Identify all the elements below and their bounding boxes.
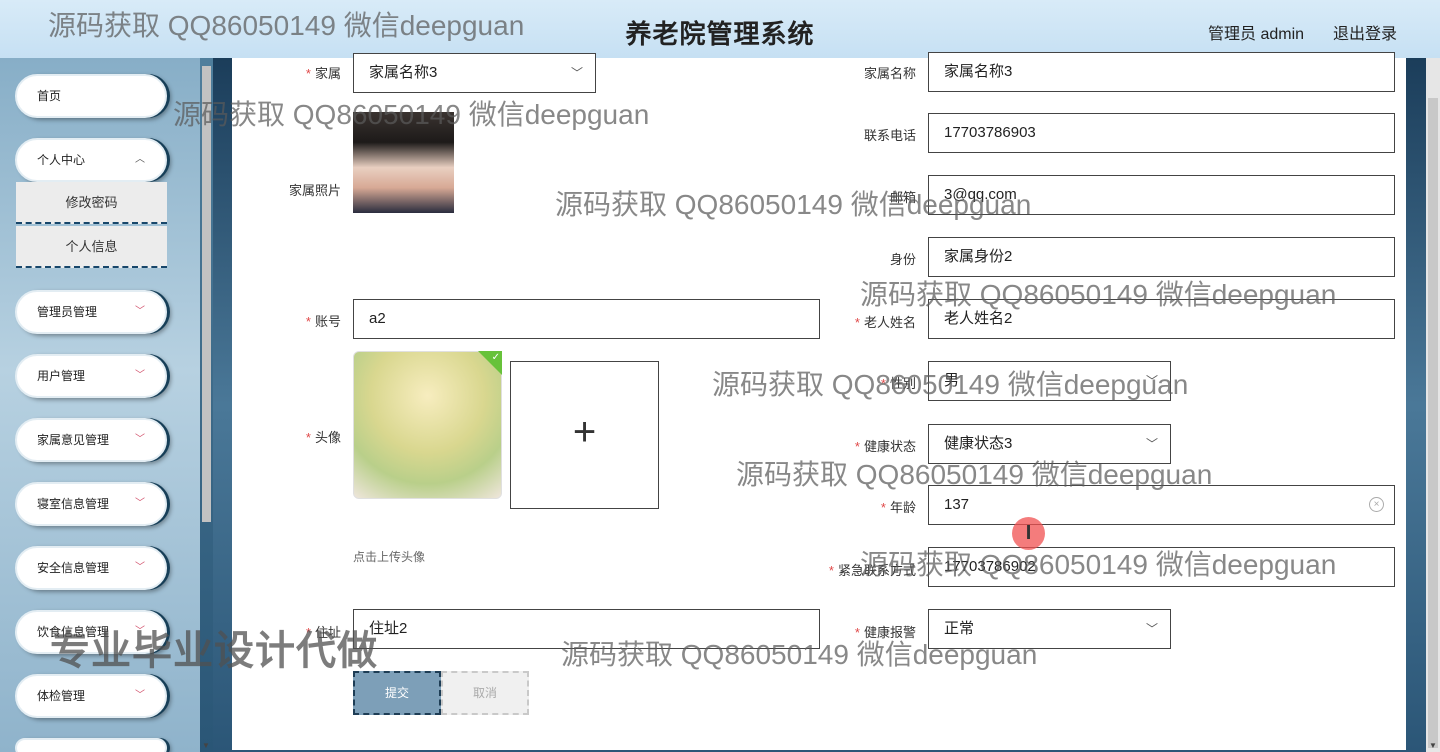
chevron-down-icon: ﹀ xyxy=(135,370,145,381)
chevron-down-icon: ﹀ xyxy=(135,434,145,445)
avatar-upload-hint: 点击上传头像 xyxy=(353,550,426,564)
avatar-upload-button[interactable]: + xyxy=(510,361,659,509)
avatar-label: * 头像 xyxy=(305,430,341,445)
elder-name-label: * 老人姓名 xyxy=(854,315,916,330)
sidebar-item-diet-info[interactable]: 饮食信息管理 ﹀ xyxy=(15,610,167,654)
health-status-select[interactable]: 健康状态3 ﹀ xyxy=(928,424,1171,464)
sidebar-item-label: 管理员管理 xyxy=(37,305,98,319)
gender-select[interactable]: 男 ﹀ xyxy=(928,361,1171,401)
sidebar-item-admin-management[interactable]: 管理员管理 ﹀ xyxy=(15,290,167,334)
main-scroll-down-arrow-icon[interactable]: ▼ xyxy=(1429,741,1437,750)
family-photo-image[interactable] xyxy=(353,112,454,213)
sidebar-item-label: 个人中心 xyxy=(37,153,86,167)
gender-label: * 性别 xyxy=(880,376,916,391)
submenu-item-change-password[interactable]: 修改密码 xyxy=(16,182,167,224)
chevron-down-icon: ﹀ xyxy=(135,562,145,573)
chevron-up-icon: ︿ xyxy=(135,154,145,165)
identity-label: 身份 xyxy=(889,252,916,267)
emergency-contact-label: * 紧急联系方式 xyxy=(828,563,916,578)
plus-icon: + xyxy=(572,410,597,454)
top-header: 养老院管理系统 管理员 admin 退出登录 xyxy=(0,0,1440,58)
chevron-down-icon: ﹀ xyxy=(1145,374,1158,388)
address-label: * 住址 xyxy=(305,625,341,640)
sidebar-item-label: 用户管理 xyxy=(37,369,86,383)
logout-link[interactable]: 退出登录 xyxy=(1333,20,1397,44)
elder-name-input[interactable]: 老人姓名2 xyxy=(928,299,1395,339)
clear-icon[interactable]: × xyxy=(1369,497,1384,512)
chevron-down-icon: ﹀ xyxy=(570,66,583,80)
current-user-label: 管理员 admin xyxy=(1208,26,1305,43)
chevron-down-icon: ﹀ xyxy=(135,306,145,317)
sidebar-item-dorm-info[interactable]: 寝室信息管理 ﹀ xyxy=(15,482,167,526)
text-cursor-icon: I xyxy=(1012,517,1045,550)
family-label: * 家属 xyxy=(305,66,341,81)
family-select[interactable]: 家属名称3 ﹀ xyxy=(353,53,596,93)
sidebar-item-more[interactable] xyxy=(15,738,167,752)
health-alarm-select[interactable]: 正常 ﹀ xyxy=(928,609,1171,649)
age-label: * 年龄 xyxy=(880,500,916,515)
submenu-item-personal-info[interactable]: 个人信息 xyxy=(16,226,167,268)
chevron-down-icon: ﹀ xyxy=(135,690,145,701)
sidebar-item-label: 安全信息管理 xyxy=(37,561,110,575)
email-input[interactable]: 3@qq.com xyxy=(928,175,1395,215)
identity-input[interactable]: 家属身份2 xyxy=(928,237,1395,277)
account-input[interactable]: a2 xyxy=(353,299,820,339)
sidebar-scrollbar-thumb[interactable] xyxy=(202,66,211,522)
main-scrollbar-thumb[interactable] xyxy=(1428,98,1438,748)
submit-button[interactable]: 提交 xyxy=(353,671,441,715)
phone-input[interactable]: 17703786903 xyxy=(928,113,1395,153)
chevron-down-icon: ﹀ xyxy=(1145,437,1158,451)
sidebar-item-personal-center[interactable]: 个人中心 ︿ xyxy=(15,138,167,182)
family-photo-label: 家属照片 xyxy=(288,183,341,198)
family-name-label: 家属名称 xyxy=(863,66,916,81)
sidebar-item-label: 首页 xyxy=(37,89,62,103)
sidebar-item-label: 寝室信息管理 xyxy=(37,497,110,511)
email-label: 邮箱 xyxy=(889,190,916,205)
sidebar-item-label: 体检管理 xyxy=(37,689,86,703)
sidebar-item-label: 家属意见管理 xyxy=(37,433,110,447)
chevron-down-icon: ﹀ xyxy=(135,626,145,637)
age-input[interactable]: 137 × xyxy=(928,485,1395,525)
chevron-down-icon: ﹀ xyxy=(1145,622,1158,636)
sidebar-item-user-management[interactable]: 用户管理 ﹀ xyxy=(15,354,167,398)
emergency-contact-input[interactable]: 17703786902 xyxy=(928,547,1395,587)
health-alarm-label: * 健康报警 xyxy=(854,625,916,640)
health-status-label: * 健康状态 xyxy=(854,439,916,454)
cancel-button[interactable]: 取消 xyxy=(441,671,529,715)
sidebar-item-checkup[interactable]: 体检管理 ﹀ xyxy=(15,674,167,718)
phone-label: 联系电话 xyxy=(863,128,916,143)
family-name-input[interactable]: 家属名称3 xyxy=(928,52,1395,92)
sidebar-item-family-feedback[interactable]: 家属意见管理 ﹀ xyxy=(15,418,167,462)
account-label: * 账号 xyxy=(305,314,341,329)
address-input[interactable]: 住址2 xyxy=(353,609,820,649)
sidebar-item-label: 饮食信息管理 xyxy=(37,625,110,639)
sidebar-item-safety-info[interactable]: 安全信息管理 ﹀ xyxy=(15,546,167,590)
sidebar-item-home[interactable]: 首页 xyxy=(15,74,167,118)
scroll-down-arrow-icon[interactable]: ▼ xyxy=(202,741,210,750)
chevron-down-icon: ﹀ xyxy=(135,498,145,509)
avatar-image[interactable] xyxy=(353,351,502,499)
